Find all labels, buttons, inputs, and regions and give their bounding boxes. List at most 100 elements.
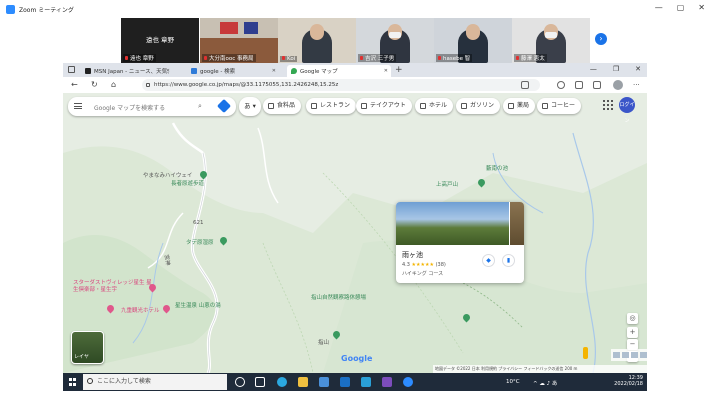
participant-tile[interactable]: 吉沢 三子男 — [356, 18, 434, 63]
cortana-icon[interactable] — [235, 377, 245, 387]
participant-tile[interactable]: 藤澤 恵太 — [512, 18, 590, 63]
task-view-icon[interactable] — [255, 377, 265, 387]
mail-icon[interactable] — [340, 377, 350, 387]
map-footer[interactable]: 地図データ ©2022 日本 利用規約 プライバシー フィードバックの送信 20… — [433, 365, 647, 373]
weather-temperature[interactable]: 10°C — [506, 379, 520, 385]
participant-name: hasebe 智 — [436, 54, 473, 62]
tab-close-icon[interactable]: ✕ — [272, 68, 276, 74]
muted-mic-icon — [125, 56, 128, 60]
directions-button[interactable]: ◆ — [482, 254, 495, 267]
map-label-tade[interactable]: タデ原湿原 — [186, 238, 214, 246]
chip-gas[interactable]: ガソリン — [456, 98, 501, 114]
imagery-thumbnails[interactable] — [611, 349, 647, 361]
muted-mic-icon — [204, 56, 207, 60]
zoom-title: Zoom ミーティング — [19, 6, 74, 14]
favorite-star-icon[interactable] — [557, 81, 565, 89]
photos-icon[interactable] — [361, 377, 371, 387]
back-icon[interactable]: ← — [71, 80, 78, 90]
place-rating: 4.3 ★★★★★ (38) — [402, 262, 446, 268]
edge-browser-window: MSN Japan - ニュース、天気、メール ✕ google - 検索 ✕ … — [63, 63, 647, 373]
tab-actions-icon[interactable] — [68, 66, 75, 73]
teams-icon[interactable] — [382, 377, 392, 387]
chip-grocery[interactable]: 食料品 — [263, 98, 302, 114]
close-icon[interactable]: ✕ — [635, 65, 641, 73]
map-label-stardust[interactable]: スターダストヴィレッジ星生 星生倶楽部・星生宇 — [73, 280, 153, 294]
minimize-icon[interactable]: — — [655, 3, 663, 12]
favorites-icon[interactable] — [593, 81, 601, 89]
zoom-taskbar-icon[interactable] — [403, 377, 413, 387]
participant-name: 遠也 章野 — [123, 54, 156, 62]
map-label-nagakawa[interactable]: 長者原遊歩道 — [171, 179, 204, 187]
chip-pharmacy[interactable]: 薬局 — [503, 98, 536, 114]
participant-tile[interactable]: 遠也 章野 遠也 章野 — [121, 18, 199, 63]
login-button[interactable]: ログイン — [619, 97, 635, 124]
windows-start-icon[interactable] — [69, 378, 77, 386]
browser-window-controls: — ❐ ✕ — [590, 65, 641, 73]
clock[interactable]: 12:39 2022/02/18 — [614, 375, 643, 387]
maximize-icon[interactable]: ❐ — [613, 65, 619, 73]
edge-icon[interactable] — [277, 377, 287, 387]
map-canvas[interactable] — [63, 93, 647, 373]
place-photo-secondary[interactable] — [510, 202, 524, 245]
face-mask — [545, 32, 557, 38]
participant-tile[interactable]: hasebe 智 — [434, 18, 512, 63]
store-icon[interactable] — [319, 377, 329, 387]
address-bar-row: ← ↻ ⌂ https://www.google.co.jp/maps/@33.… — [63, 77, 647, 93]
minimize-icon[interactable]: — — [590, 65, 597, 73]
pegman-icon[interactable] — [583, 347, 588, 359]
collections-icon[interactable] — [575, 81, 583, 89]
search-icon[interactable]: ⌕ — [198, 102, 202, 111]
google-map[interactable]: Google マップを検索する ⌕ あ ▾ 食料品 レストラン テイクアウト ホ… — [63, 93, 647, 373]
read-aloud-icon[interactable] — [521, 81, 529, 89]
map-label-yamanami[interactable]: やまなみハイウェイ — [143, 171, 192, 179]
bed-icon — [420, 103, 426, 109]
google-logo: Google — [341, 354, 373, 363]
chip-coffee[interactable]: コーヒー — [537, 98, 582, 114]
tab-close-icon[interactable]: ✕ — [166, 68, 170, 74]
participant-tile[interactable]: Koi — [278, 18, 356, 63]
place-photo[interactable] — [396, 202, 509, 245]
save-place-button[interactable]: ▮ — [502, 254, 515, 267]
muted-mic-icon — [438, 56, 441, 60]
layers-button[interactable]: レイヤ — [71, 331, 104, 364]
tab-google-maps[interactable]: Google マップ ✕ — [287, 65, 391, 77]
tab-close-icon[interactable]: ✕ — [384, 68, 388, 74]
participant-tile[interactable]: 大分南ooc 事務局 — [200, 18, 278, 63]
participant-face — [310, 24, 324, 40]
new-tab-button[interactable]: + — [395, 65, 403, 76]
participant-name: 吉沢 三子男 — [358, 54, 397, 62]
maximize-icon[interactable]: ▢ — [677, 3, 685, 12]
file-explorer-icon[interactable] — [298, 377, 308, 387]
place-name: 雨ヶ池 — [402, 251, 423, 259]
url-field[interactable]: https://www.google.co.jp/maps/@33.117505… — [142, 79, 540, 91]
place-card-amagaike[interactable]: 雨ヶ池 4.3 ★★★★★ (38) ハイキング コース ◆ ▮ — [396, 202, 524, 283]
chip-hotel[interactable]: ホテル — [415, 98, 454, 114]
refresh-icon[interactable]: ↻ — [91, 80, 98, 90]
input-language-button[interactable]: あ ▾ — [239, 97, 261, 116]
map-label-sashiyama[interactable]: 指山 — [318, 338, 329, 346]
more-options-icon[interactable]: ··· — [633, 80, 640, 90]
map-label-hoshio-onsen[interactable]: 星生温泉 山恵の湯 — [175, 301, 221, 309]
tab-google-search[interactable]: google - 検索 ✕ — [187, 65, 279, 77]
map-label-kuju-kanko[interactable]: 九重観光ホテル — [121, 306, 160, 314]
home-icon[interactable]: ⌂ — [111, 80, 116, 90]
chip-restaurant[interactable]: レストラン — [306, 98, 357, 114]
taskbar-search[interactable]: ここに入力して検索 — [83, 374, 227, 390]
map-label-kuju-mt[interactable]: 指山自然観察路休憩場 — [311, 293, 366, 301]
menu-icon[interactable] — [74, 103, 82, 109]
zoom-in-button[interactable]: + — [627, 327, 638, 338]
tray-icons[interactable]: ^ ☁ ♪ あ — [533, 379, 557, 387]
chip-takeout[interactable]: テイクアウト — [356, 98, 412, 114]
bing-favicon-icon — [191, 68, 197, 74]
face-mask — [389, 32, 401, 38]
locate-me-button[interactable]: ◎ — [627, 313, 638, 324]
tab-msn[interactable]: MSN Japan - ニュース、天気、メール ✕ — [81, 65, 173, 77]
map-search-box[interactable]: Google マップを検索する ⌕ — [68, 97, 236, 116]
profile-avatar[interactable] — [613, 80, 623, 90]
map-label-suikou[interactable]: 藪南の池 — [486, 164, 508, 172]
next-page-button[interactable]: › — [595, 33, 607, 45]
map-label-uesayuri[interactable]: 上高戸山 — [436, 180, 458, 188]
google-apps-icon[interactable] — [603, 100, 613, 110]
directions-icon[interactable] — [216, 98, 232, 114]
close-icon[interactable]: ✕ — [698, 3, 705, 12]
